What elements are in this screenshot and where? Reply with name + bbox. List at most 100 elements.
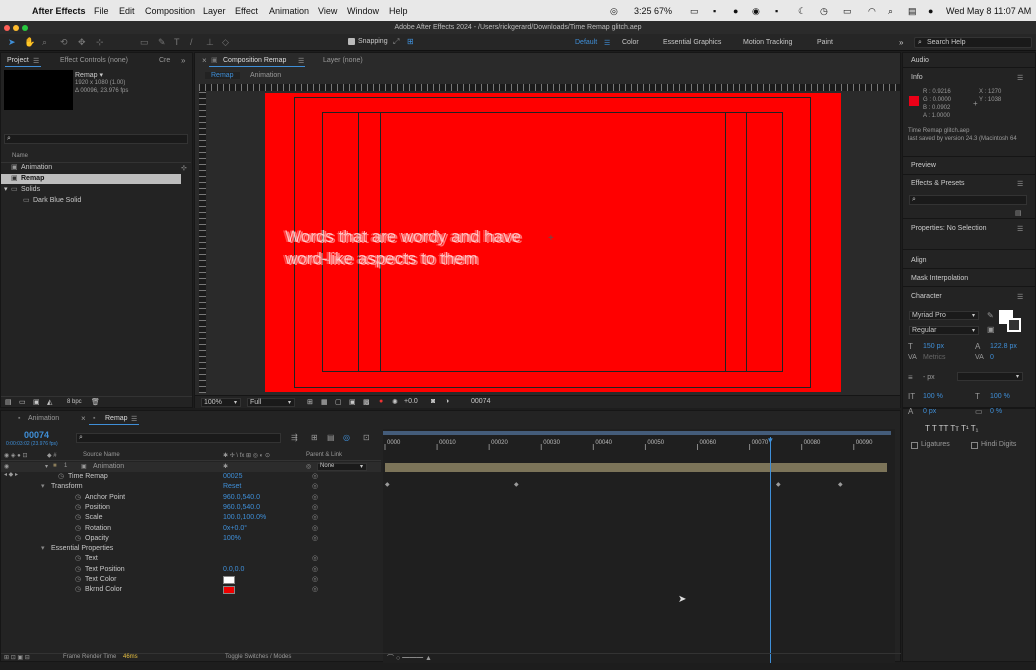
keyframe[interactable]: ◆ [514,481,519,488]
tab-layer[interactable]: Layer (none) [323,57,363,64]
clock-icon[interactable]: ◷ [820,6,828,17]
align-header[interactable]: Align [911,257,927,264]
new-comp-icon[interactable]: ▣ [33,398,40,406]
snapping-checkbox[interactable] [348,38,355,45]
stopwatch-icon[interactable]: ◷ [75,503,81,513]
render-icon[interactable]: ◭ [47,398,52,406]
tab-effect-controls[interactable]: Effect Controls (none) [60,57,128,64]
workspace-overflow-icon[interactable]: » [899,38,903,47]
selection-tool-icon[interactable]: ➤ [8,37,16,48]
layer-duration-bar[interactable] [385,463,887,472]
layer-name[interactable]: Animation [93,463,124,470]
property-value[interactable]: 960.0,540.0 [223,493,260,503]
hand-tool-icon[interactable]: ✋ [24,37,35,48]
collapse-switch-icon[interactable]: ✱ [223,463,228,470]
moon-icon[interactable]: ☾ [798,6,806,17]
font-family-dropdown[interactable]: Myriad Pro ▾ [909,311,979,320]
ligatures-checkbox[interactable] [911,442,918,449]
pickwhip-icon[interactable]: ◎ [312,575,318,585]
app-menu[interactable]: After Effects [32,6,86,16]
pickwhip-icon[interactable]: ◎ [312,585,318,595]
property-row[interactable]: ◷ Scale 100.0,100.0% ◎ [1,513,381,523]
property-row[interactable]: ◷ Text Color ◎ [1,575,381,585]
timeline-graph[interactable]: 0000 00010 00020 00030 00040 00050 00060 00070 0… [383,429,895,663]
clock-text[interactable]: Wed May 8 11:07 AM [946,6,1031,16]
mask-interp-header[interactable]: Mask Interpolation [911,275,968,282]
list-item[interactable]: ▭ Dark Blue Solid [1,196,181,206]
new-bin-icon[interactable]: ▤ [1015,209,1022,217]
workspace-paint[interactable]: Paint [817,39,833,46]
eyedropper-icon[interactable]: ✎ [987,311,994,320]
comp-timecode[interactable]: 00074 [471,398,490,405]
tab-project[interactable]: Project [7,57,29,64]
new-folder-icon[interactable]: ▭ [19,398,26,406]
menu-layer[interactable]: Layer [203,6,226,16]
interpret-footage-icon[interactable]: ▤ [5,398,12,406]
breadcrumb-animation[interactable]: Animation [250,72,281,79]
camera-tool-icon[interactable]: ✥ [78,37,86,48]
playhead-handle[interactable]: ▼ [766,436,774,445]
vertical-ruler[interactable] [199,91,206,393]
graph-editor-icon[interactable]: ⊡ [363,433,370,442]
keyframe[interactable]: ◆ [385,481,390,488]
shy-layers-icon[interactable]: ▤ [327,433,335,442]
chevron-down-icon[interactable]: ▾ [41,544,45,554]
keyframe-nav-icon[interactable]: ◂ ◆ ▸ [4,471,18,478]
snap-option-icon[interactable]: ⤢ [393,37,399,47]
label-icon[interactable]: ◆ # [47,452,57,459]
exposure-value[interactable]: +0.0 [404,398,418,405]
chevron-down-icon[interactable]: ▾ [4,185,8,195]
property-value[interactable]: 100% [223,534,241,544]
tracking-value[interactable]: 0 [990,354,994,361]
property-value[interactable]: 0.0,0.0 [223,565,244,575]
list-item[interactable]: ▣ Animation [1,163,181,173]
stopwatch-icon[interactable]: ◷ [75,513,81,523]
comp-menu-icon[interactable]: ☰ [298,57,304,65]
render-toggles-icon[interactable]: ⊞ ⊡ ▣ ⊟ [4,654,30,661]
playhead[interactable]: ▼ [766,436,774,663]
kerning-value[interactable]: Metrics [923,354,946,361]
screen-record-icon[interactable]: ▭ [690,6,699,17]
menu-view[interactable]: View [318,6,337,16]
resolution-dropdown[interactable]: Full ▾ [247,398,295,407]
pickwhip-icon[interactable]: ◎ [312,482,318,492]
brush-tool-icon[interactable]: / [190,37,193,47]
effects-menu-icon[interactable]: ☰ [1017,180,1023,188]
property-value[interactable]: 100.0,100.0% [223,513,266,523]
eraser-tool-icon[interactable]: ◇ [222,37,229,48]
timeline-search-input[interactable]: ⌕ [76,433,281,443]
chevron-down-icon[interactable]: ▾ [45,463,48,470]
comp-mini-flowchart-icon[interactable]: ⇶ [291,433,298,442]
pickwhip-icon[interactable]: ◎ [312,513,318,523]
property-value[interactable]: Reset [223,482,241,492]
project-search-input[interactable]: ⌕ [4,134,188,144]
switches-header-icon[interactable]: ✱ ✢ \ fx ⊞ ◎ ◐ ⊙ [223,452,270,459]
zoom-window-button[interactable] [22,25,28,31]
close-window-button[interactable] [4,25,10,31]
pickwhip-icon[interactable]: ◎ [306,463,311,470]
character-header[interactable]: Character [911,293,942,300]
layer-label-color[interactable]: ■ [53,463,57,469]
property-row[interactable]: ◷ Opacity 100% ◎ [1,534,381,544]
list-item-selected[interactable]: ▣ Remap [1,174,181,184]
pickwhip-icon[interactable]: ◎ [312,472,318,482]
battery-status[interactable]: 3:25 67% [634,6,672,16]
shape-tool-icon[interactable]: ▭ [140,37,149,48]
color-swatch[interactable] [223,586,235,595]
menu-help[interactable]: Help [389,6,408,16]
property-row[interactable]: ◷ Text Position 0.0,0.0 ◎ [1,565,381,575]
project-menu-icon[interactable]: ☰ [33,57,39,65]
tab-composition[interactable]: Composition Remap [223,57,286,64]
stopwatch-icon[interactable]: ◷ [75,534,81,544]
motion-blur-icon[interactable]: ◎ [343,433,350,442]
horizontal-scale-value[interactable]: 100 % [990,393,1010,400]
property-value[interactable]: 0x+0.0° [223,524,247,534]
menu-file[interactable]: File [94,6,109,16]
property-row[interactable]: ◷ Rotation 0x+0.0° ◎ [1,524,381,534]
tsume-value[interactable]: 0 % [990,408,1002,415]
workspace-menu-icon[interactable]: ☰ [604,39,610,47]
color-channel-icon[interactable]: ● [379,398,383,405]
info-menu-icon[interactable]: ☰ [1017,74,1023,82]
pickwhip-icon[interactable]: ◎ [312,565,318,575]
visibility-icon[interactable]: ◉ [4,463,9,470]
